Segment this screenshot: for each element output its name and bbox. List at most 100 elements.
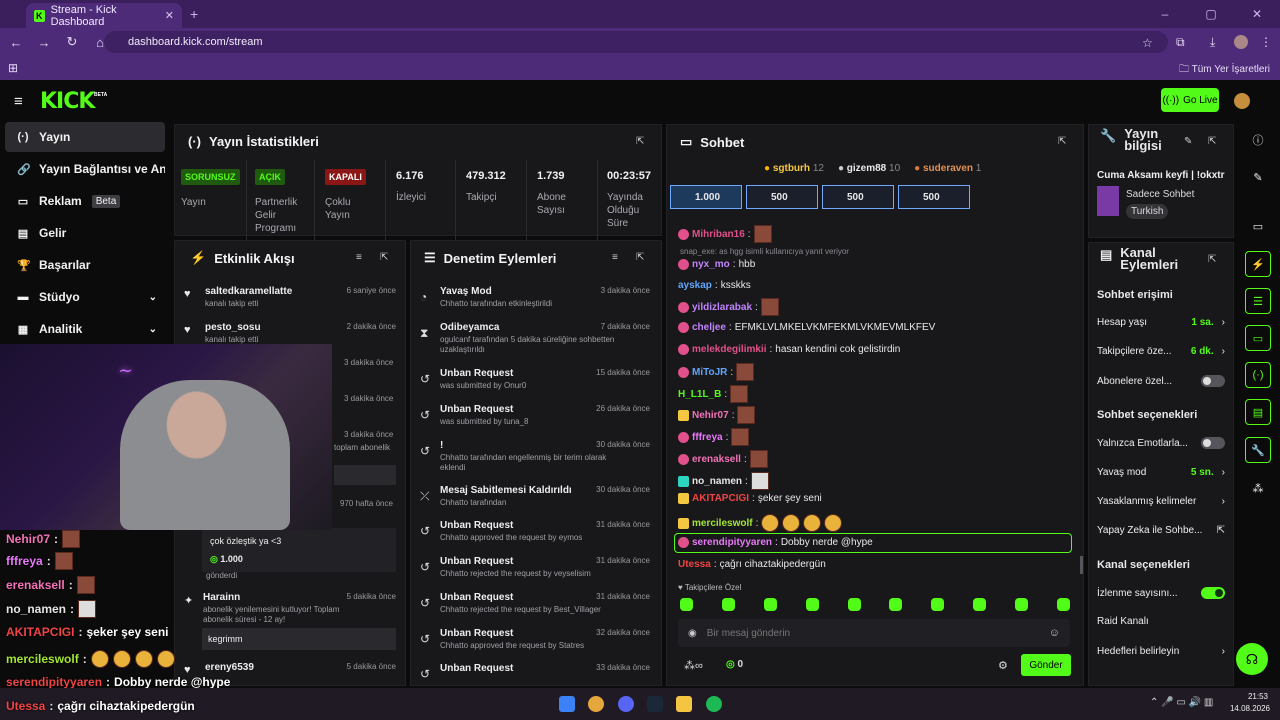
minimize-icon[interactable]: –: [1142, 0, 1188, 28]
all-bookmarks[interactable]: 🗀 Tüm Yer İşaretleri: [1179, 62, 1270, 79]
new-tab-icon[interactable]: +: [190, 6, 198, 22]
setting-ai-chat[interactable]: Yapay Zeka ile Sohbe... ⇱: [1097, 525, 1225, 536]
go-live-button[interactable]: ((·)) Go Live: [1161, 88, 1219, 112]
profile-avatar[interactable]: [1234, 35, 1248, 49]
chat-user[interactable]: MiToJR: [692, 367, 727, 378]
file-explorer-icon[interactable]: [676, 696, 692, 712]
goal-card[interactable]: 1.000: [670, 185, 742, 209]
url-field[interactable]: dashboard.kick.com/stream: [104, 31, 1168, 53]
reload-icon[interactable]: ↻: [60, 34, 84, 50]
user-avatar[interactable]: [1234, 93, 1250, 109]
emote-icon[interactable]: [847, 598, 861, 611]
chat-user[interactable]: fffreya: [692, 432, 723, 443]
setting-followers-only[interactable]: Takipçilere öze... 6 dk. ›: [1097, 346, 1225, 357]
chat-user[interactable]: erenaksell: [692, 454, 741, 465]
chat-user[interactable]: H_L1L_B: [678, 389, 721, 400]
emote-icon[interactable]: [889, 598, 903, 611]
setting-account-age[interactable]: Hesap yaşı 1 sa. ›: [1097, 317, 1225, 328]
chat-scrollbar[interactable]: [1080, 556, 1083, 574]
chat-user[interactable]: ayskap: [678, 280, 712, 291]
chrome-icon[interactable]: [588, 696, 604, 712]
emote-icon[interactable]: [931, 598, 945, 611]
emote-icon[interactable]: [763, 598, 777, 611]
extensions-icon[interactable]: ⧉: [1176, 35, 1185, 50]
emote-icon[interactable]: [680, 598, 693, 611]
setting-subscribers-only[interactable]: Abonelere özel...: [1097, 375, 1225, 387]
browser-tab[interactable]: K Stream - Kick Dashboard ✕: [26, 3, 182, 28]
broadcast-icon[interactable]: (·): [1245, 362, 1271, 388]
forward-icon[interactable]: →: [32, 35, 56, 50]
popout-icon[interactable]: ⇱: [1208, 136, 1216, 147]
toggle-switch[interactable]: [1201, 437, 1225, 449]
sidebar-item-revenue[interactable]: ▤ Gelir: [5, 218, 165, 248]
steam-icon[interactable]: [647, 696, 663, 712]
sidebar-item-yayin[interactable]: (·) Yayın: [5, 122, 165, 152]
sidebar-item-stream-link[interactable]: 🔗 Yayın Bağlantısı ve Anahtar: [5, 154, 165, 184]
goal-card[interactable]: 500: [822, 185, 894, 209]
popout-icon[interactable]: ⇱: [1058, 136, 1066, 147]
setting-raid[interactable]: Raid Kanalı: [1097, 616, 1225, 627]
popout-icon[interactable]: ⇱: [636, 136, 644, 147]
bookmark-star-icon[interactable]: ☆: [1142, 36, 1153, 50]
channel-icon[interactable]: ▤: [1245, 399, 1271, 425]
chat-user[interactable]: AKITAPCIGI: [692, 493, 749, 504]
popout-icon[interactable]: ⇱: [380, 252, 388, 263]
toggle-switch[interactable]: [1201, 375, 1225, 387]
setting-banned-words[interactable]: Yasaklanmış kelimeler ›: [1097, 496, 1225, 507]
sidebar-item-ads[interactable]: ▭ Reklam Beta: [5, 186, 165, 216]
menu-dots-icon[interactable]: ⋮: [1260, 35, 1272, 49]
filter-icon[interactable]: ≡: [612, 252, 618, 263]
chat-user[interactable]: melekdegilimkii: [692, 344, 766, 355]
hamburger-menu-icon[interactable]: ≡: [14, 93, 23, 110]
kick-logo[interactable]: KICK: [40, 89, 95, 114]
close-window-icon[interactable]: ✕: [1234, 0, 1280, 28]
setting-view-count[interactable]: İzlenme sayısını...: [1097, 587, 1225, 599]
mention-icon[interactable]: ◉: [688, 628, 697, 639]
maximize-icon[interactable]: ▢: [1188, 0, 1234, 28]
chat-user[interactable]: serendipityyaren: [692, 537, 772, 548]
emote-icon[interactable]: [973, 598, 987, 611]
emote-icon[interactable]: [1056, 598, 1070, 611]
info-icon[interactable]: ⓘ: [1245, 127, 1271, 153]
chat-user[interactable]: Utessa: [678, 559, 711, 570]
edit-icon[interactable]: ✎: [1184, 136, 1192, 147]
edit-icon[interactable]: ✎: [1245, 164, 1271, 190]
media-icon[interactable]: ▭: [1245, 213, 1271, 239]
setting-slow-mode[interactable]: Yavaş mod 5 sn. ›: [1097, 467, 1225, 478]
goal-card[interactable]: 500: [746, 185, 818, 209]
list-icon[interactable]: ☰: [1245, 288, 1271, 314]
settings-gear-icon[interactable]: ⚙: [998, 659, 1008, 672]
setting-emote-only[interactable]: Yalnızca Emotlarla...: [1097, 437, 1225, 449]
sidebar-item-achievements[interactable]: 🏆 Başarılar: [5, 250, 165, 280]
apps-grid-icon[interactable]: ⊞: [8, 61, 18, 75]
lightning-icon[interactable]: ⚡: [1245, 251, 1271, 277]
chat-user[interactable]: mercileswolf: [692, 518, 753, 529]
sidebar-item-studio[interactable]: ▬ Stüdyo ⌄: [5, 282, 165, 312]
toggle-switch[interactable]: [1201, 587, 1225, 599]
popout-icon[interactable]: ⇱: [1208, 254, 1216, 265]
tab-close-icon[interactable]: ✕: [165, 9, 174, 22]
emote-icon[interactable]: [1015, 598, 1028, 611]
chat-user[interactable]: yildizlarabak: [692, 302, 752, 313]
back-icon[interactable]: ←: [4, 35, 28, 50]
emote-icon[interactable]: [721, 598, 735, 611]
tray-icons[interactable]: ⌃ 🎤 ▭ 🔊 ▥: [1150, 697, 1213, 708]
popout-icon[interactable]: ⇱: [636, 252, 644, 263]
community-icon[interactable]: ⁂: [1245, 475, 1271, 501]
chat-user[interactable]: no_namen: [692, 476, 742, 487]
chat-user[interactable]: cheljee: [692, 322, 726, 333]
chat-icon[interactable]: ▭: [1245, 325, 1271, 351]
emote-icon[interactable]: [805, 598, 819, 611]
discord-icon[interactable]: [618, 696, 634, 712]
chat-user[interactable]: Mihriban16: [692, 229, 745, 240]
setting-goals[interactable]: Hedefleri belirleyin ›: [1097, 646, 1225, 657]
spotify-icon[interactable]: [706, 696, 722, 712]
goal-card[interactable]: 500: [898, 185, 970, 209]
sidebar-item-analytics[interactable]: ▦ Analitik ⌄: [5, 314, 165, 344]
support-headset-icon[interactable]: ☊: [1236, 643, 1268, 675]
filter-icon[interactable]: ≡: [356, 252, 362, 263]
emoji-icon[interactable]: ☺: [1049, 627, 1060, 639]
chat-input[interactable]: ◉ Bir mesaj gönderin ☺: [678, 619, 1070, 647]
chat-user[interactable]: Nehir07: [692, 410, 729, 421]
points-icon[interactable]: ⁂∞: [684, 659, 703, 672]
